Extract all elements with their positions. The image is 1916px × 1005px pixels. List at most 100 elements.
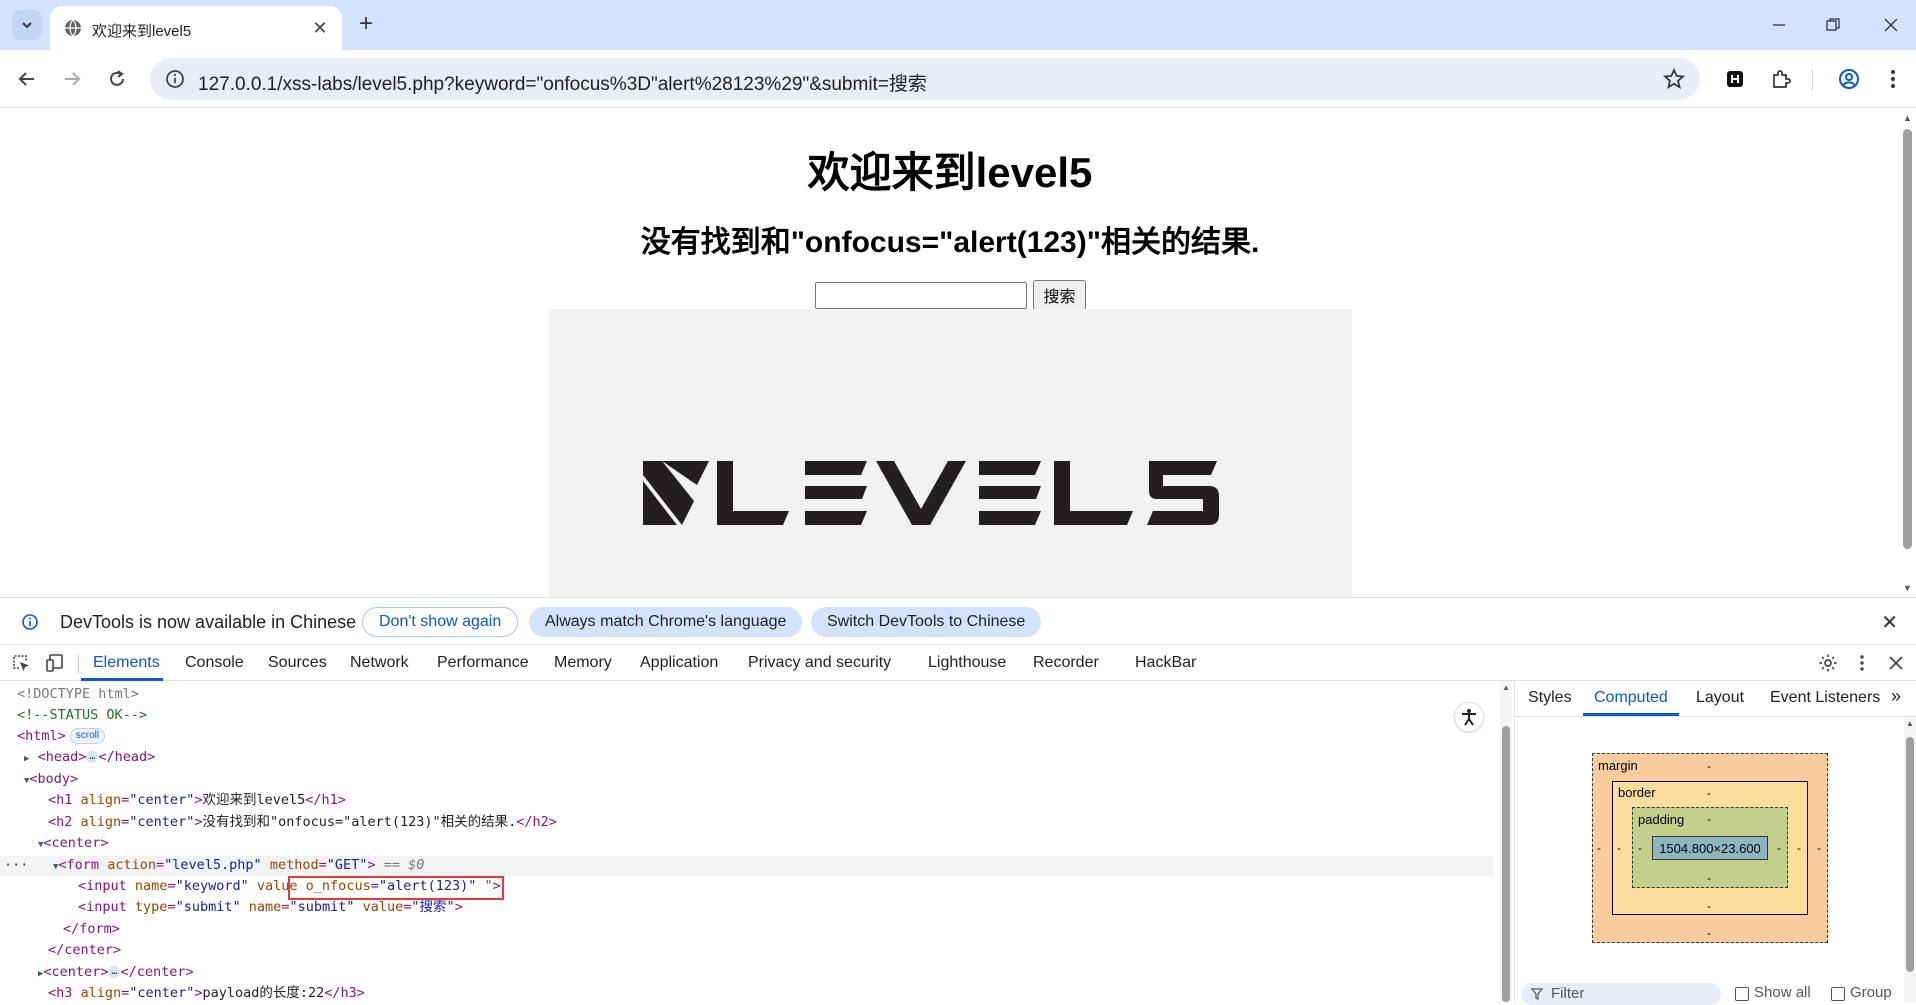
scroll-badge[interactable]: scroll [69, 728, 106, 744]
scroll-up-icon[interactable]: ▲ [1906, 719, 1914, 728]
reload-button[interactable] [102, 64, 132, 94]
tab-layout[interactable]: Layout [1696, 689, 1744, 707]
dom-form-node[interactable]: ▼<form action="level5.php" method="GET">… [53, 855, 424, 876]
dom-h1-node[interactable]: <h1 align="center">欢迎来到level5</h1> [48, 790, 346, 811]
border-bottom-value[interactable]: - [1707, 899, 1711, 913]
border-left-value[interactable]: - [1617, 841, 1621, 855]
show-all-checkbox[interactable] [1735, 987, 1749, 1001]
tab-performance[interactable]: Performance [437, 654, 529, 672]
extensions-button[interactable] [1766, 64, 1796, 94]
settings-gear-icon[interactable] [1817, 652, 1839, 674]
switch-to-chinese-button[interactable]: Switch DevTools to Chinese [811, 607, 1042, 637]
dom-center-collapsed-node[interactable]: ▶<center>… </center> [38, 962, 194, 983]
browser-tab[interactable]: 欢迎来到level5 ✕ [50, 6, 342, 50]
side-panel-scrollbar-thumb[interactable] [1906, 737, 1914, 972]
elements-scrollbar-thumb[interactable] [1502, 726, 1510, 1002]
padding-top-value[interactable]: - [1707, 812, 1711, 826]
group-checkbox[interactable] [1831, 987, 1845, 1001]
close-infobar-icon[interactable]: ✕ [1881, 610, 1898, 635]
padding-right-value[interactable]: - [1777, 841, 1781, 855]
accessibility-icon [1462, 709, 1476, 726]
dom-doctype[interactable]: <!DOCTYPE html> [17, 684, 139, 705]
tab-computed[interactable]: Computed [1594, 689, 1668, 707]
tab-console[interactable]: Console [185, 654, 244, 672]
profile-button[interactable] [1834, 64, 1864, 94]
accessibility-tree-button[interactable] [1454, 702, 1484, 732]
star-icon[interactable] [1662, 67, 1686, 91]
row-actions-ellipsis[interactable]: ··· [4, 855, 28, 876]
collapsed-ellipsis[interactable]: … [108, 966, 121, 978]
side-panel-scrollbar[interactable]: ▲ [1904, 717, 1916, 1002]
restore-button[interactable] [1818, 10, 1848, 40]
close-window-button[interactable] [1876, 10, 1906, 40]
tab-hackbar[interactable]: HackBar [1135, 654, 1196, 672]
dom-center-close[interactable]: </center> [48, 940, 121, 961]
device-toolbar-icon[interactable] [45, 652, 67, 674]
tab-event-listeners[interactable]: Event Listeners [1770, 689, 1880, 707]
page-viewport: 欢迎来到level5 没有找到和"onfocus="alert(123)"相关的… [0, 109, 1916, 597]
dom-head-node[interactable]: ▶ <head>… </head> [24, 747, 155, 768]
dom-form-close[interactable]: </form> [63, 919, 120, 940]
dom-input-submit-node[interactable]: <input type="submit" name="submit" value… [78, 897, 463, 918]
new-tab-button[interactable]: + [354, 10, 378, 37]
tab-application[interactable]: Application [640, 654, 718, 672]
devtools-more-icon[interactable] [1851, 652, 1873, 674]
level5-banner-image [549, 309, 1352, 597]
scroll-up-icon[interactable]: ▲ [1502, 683, 1510, 692]
box-model-content[interactable]: 1504.800×23.600 [1652, 836, 1768, 860]
margin-bottom-value[interactable]: - [1707, 926, 1711, 940]
chrome-menu-button[interactable] [1878, 64, 1908, 94]
collapsed-ellipsis[interactable]: … [86, 751, 99, 763]
filter-placeholder: Filter [1551, 985, 1585, 1002]
dom-comment[interactable]: <!--STATUS OK--> [17, 705, 147, 726]
tab-sources[interactable]: Sources [268, 654, 327, 672]
page-scrollbar-thumb[interactable] [1903, 129, 1912, 549]
minimize-button[interactable] [1764, 10, 1794, 40]
tab-lighthouse[interactable]: Lighthouse [928, 654, 1006, 672]
dom-body-node[interactable]: ▼<body> [24, 769, 78, 790]
dom-h2-node[interactable]: <h2 align="center">没有找到和"onfocus="alert(… [48, 812, 557, 833]
search-button[interactable]: 搜索 [1033, 280, 1086, 310]
tab-elements[interactable]: Elements [93, 654, 160, 672]
tab-network[interactable]: Network [350, 654, 409, 672]
url-text[interactable]: 127.0.0.1/xss-labs/level5.php?keyword="o… [198, 69, 927, 96]
dom-h3-node[interactable]: <h3 align="center">payload的长度:22</h3> [48, 983, 365, 1002]
scroll-down-icon[interactable]: ▼ [1903, 583, 1912, 593]
tab-recorder[interactable]: Recorder [1033, 654, 1099, 672]
keyword-input[interactable] [815, 282, 1027, 309]
dom-html-node[interactable]: <html> scroll [17, 726, 106, 747]
tab-styles[interactable]: Styles [1528, 689, 1572, 707]
input-name-value: keyword [183, 878, 241, 894]
padding-left-value[interactable]: - [1638, 841, 1642, 855]
margin-top-value[interactable]: - [1707, 759, 1711, 773]
scroll-up-icon[interactable]: ▲ [1903, 113, 1912, 123]
close-tab-icon[interactable]: ✕ [310, 18, 330, 38]
inspect-element-icon[interactable] [10, 652, 32, 674]
dom-center-node[interactable]: ▼<center> [38, 833, 108, 854]
arrow-right-icon [65, 72, 81, 86]
tab-search-button[interactable] [12, 10, 42, 40]
margin-right-value[interactable]: - [1817, 841, 1821, 855]
elements-scrollbar[interactable]: ▲ [1500, 681, 1512, 1002]
back-button[interactable] [12, 64, 42, 94]
border-top-value[interactable]: - [1707, 786, 1711, 800]
dont-show-again-button[interactable]: Don't show again [362, 607, 519, 637]
filter-icon [1531, 988, 1543, 1000]
close-devtools-icon[interactable] [1885, 652, 1907, 674]
match-language-button[interactable]: Always match Chrome's language [529, 607, 803, 637]
page-scrollbar[interactable]: ▲ ▼ [1900, 109, 1916, 597]
info-icon[interactable] [164, 68, 186, 90]
elements-dom-tree[interactable]: <!DOCTYPE html> <!--STATUS OK--> <html> s… [0, 681, 1496, 1002]
padding-bottom-value[interactable]: - [1707, 871, 1711, 885]
result-message: 没有找到和"onfocus="alert(123)"相关的结果. [640, 226, 1260, 259]
more-tabs-chevron-icon[interactable]: » [1891, 686, 1901, 707]
tab-privacy-security[interactable]: Privacy and security [748, 654, 891, 672]
margin-left-value[interactable]: - [1597, 841, 1601, 855]
hackbar-extension-button[interactable] [1720, 64, 1750, 94]
address-bar[interactable]: 127.0.0.1/xss-labs/level5.php?keyword="o… [150, 58, 1700, 100]
expand-arrow-icon[interactable]: ▶ [24, 754, 29, 764]
border-right-value[interactable]: - [1797, 841, 1801, 855]
tab-memory[interactable]: Memory [554, 654, 612, 672]
show-all-label: Show all [1754, 984, 1811, 1001]
forward-button[interactable] [57, 64, 87, 94]
